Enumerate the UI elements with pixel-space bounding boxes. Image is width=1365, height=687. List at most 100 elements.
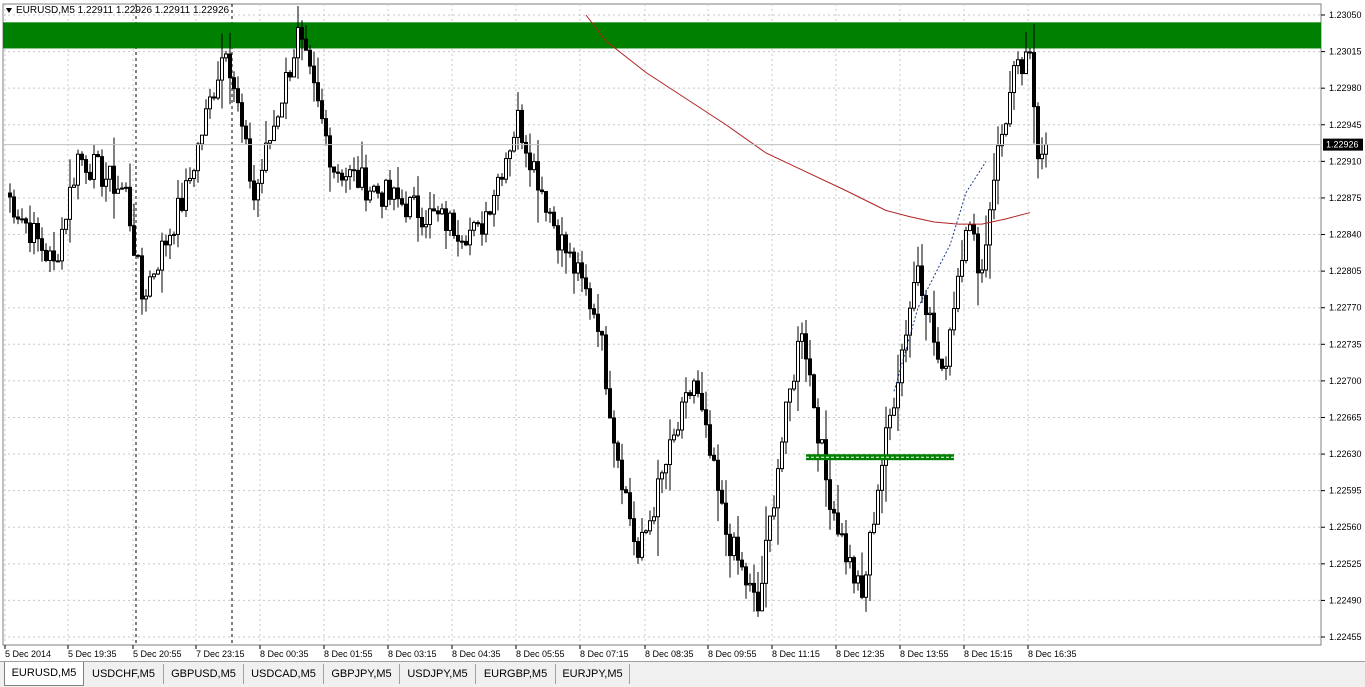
candle-body: [452, 212, 456, 237]
tab-eurgbp-m5[interactable]: EURGBP,M5: [476, 664, 556, 684]
candle-body: [664, 464, 668, 474]
candle-body: [920, 265, 924, 297]
candle-body: [1036, 106, 1040, 160]
candle-body: [552, 211, 556, 227]
candle-body: [840, 533, 844, 536]
candle-body: [676, 429, 680, 436]
candle-body: [340, 172, 344, 181]
candle-body: [208, 96, 212, 110]
candle-body: [788, 388, 792, 403]
candle-body: [432, 208, 436, 212]
candle-body: [544, 191, 548, 213]
candle-body: [928, 312, 932, 316]
tab-usdcad-m5[interactable]: USDCAD,M5: [244, 664, 324, 684]
y-tick-label: 1.22770: [1329, 303, 1362, 313]
candle-body: [380, 192, 384, 207]
dropdown-triangle-icon[interactable]: [6, 7, 12, 13]
candle-body: [588, 288, 592, 310]
candle-body: [524, 141, 528, 154]
candle-body: [96, 154, 100, 158]
candle-body: [64, 218, 68, 230]
candle-body: [592, 308, 596, 315]
candle-body: [20, 218, 24, 221]
candle-body: [528, 152, 532, 171]
candle-body: [244, 125, 248, 140]
candle-body: [320, 100, 324, 120]
candle-body: [584, 277, 588, 290]
candle-body: [424, 223, 428, 228]
candle-body: [604, 334, 608, 390]
candle-body: [160, 240, 164, 271]
candle-body: [548, 211, 552, 214]
candle-body: [376, 185, 380, 194]
candle-body: [28, 222, 32, 244]
x-tick-label: 8 Dec 07:15: [580, 649, 629, 659]
candle-body: [1004, 123, 1008, 135]
candle-body: [644, 530, 648, 533]
tab-eurusd-m5[interactable]: EURUSD,M5: [4, 662, 84, 686]
candle-body: [412, 195, 416, 198]
tab-usdjpy-m5[interactable]: USDJPY,M5: [400, 664, 476, 684]
candle-body: [868, 532, 872, 576]
x-tick-label: 8 Dec 16:35: [1028, 649, 1077, 659]
candle-body: [48, 250, 52, 261]
y-tick-label: 1.22980: [1329, 83, 1362, 93]
candle-body: [312, 65, 316, 84]
candle-body: [784, 401, 788, 443]
candle-body: [856, 575, 860, 584]
candle-body: [616, 442, 620, 461]
y-tick-label: 1.22875: [1329, 193, 1362, 203]
chart-window[interactable]: 1.23050 1.23015 1.22980 1.22945 1.22910 1.228…: [0, 0, 1365, 687]
candle-body: [652, 516, 656, 522]
candle-body: [176, 197, 180, 235]
candle-body: [492, 194, 496, 215]
tab-gbpjpy-m5[interactable]: GBPJPY,M5: [324, 664, 400, 684]
candle-body: [816, 407, 820, 444]
candle-body: [660, 472, 664, 480]
y-tick-label: 1.22805: [1329, 266, 1362, 276]
candle-body: [404, 203, 408, 218]
candle-body: [172, 233, 176, 236]
candle-body: [832, 508, 836, 514]
candle-body: [684, 392, 688, 403]
candle-body: [892, 407, 896, 416]
candle-body: [80, 153, 84, 161]
candle-body: [84, 159, 88, 173]
tab-gbpusd-m5[interactable]: GBPUSD,M5: [164, 664, 244, 684]
x-tick-label: 8 Dec 05:55: [516, 649, 565, 659]
candle-body: [668, 439, 672, 466]
candle-body: [156, 269, 160, 275]
candle-body: [864, 574, 868, 598]
candle-body: [1032, 52, 1036, 108]
candle-body: [720, 489, 724, 504]
candle-body: [300, 27, 304, 40]
candle-body: [656, 478, 660, 518]
tab-usdchf-m5[interactable]: USDCHF,M5: [84, 664, 164, 684]
candle-body: [852, 557, 856, 584]
y-tick-label: 1.22490: [1329, 595, 1362, 605]
candle-body: [164, 240, 168, 246]
candle-body: [520, 109, 524, 143]
candle-body: [540, 189, 544, 193]
candlestick-chart[interactable]: 1.23050 1.23015 1.22980 1.22945 1.22910 1.228…: [0, 0, 1365, 661]
candle-body: [796, 340, 800, 382]
candle-body: [288, 71, 292, 78]
x-tick-label: 8 Dec 09:55: [708, 649, 757, 659]
candle-body: [764, 539, 768, 584]
candle-body: [772, 507, 776, 517]
candle-body: [468, 229, 472, 246]
x-tick-label: 8 Dec 11:15: [772, 649, 820, 659]
candle-body: [68, 186, 72, 220]
candle-body: [896, 382, 900, 409]
candle-body: [956, 275, 960, 310]
y-tick-label: 1.22595: [1329, 486, 1362, 496]
candle-body: [828, 479, 832, 510]
candle-body: [792, 380, 796, 390]
candle-body: [216, 79, 220, 99]
candle-body: [428, 208, 432, 225]
candle-body: [752, 582, 756, 593]
tab-eurjpy-m5[interactable]: EURJPY,M5: [556, 664, 630, 684]
candle-body: [1008, 92, 1012, 125]
candle-body: [360, 167, 364, 188]
candle-body: [688, 392, 692, 396]
